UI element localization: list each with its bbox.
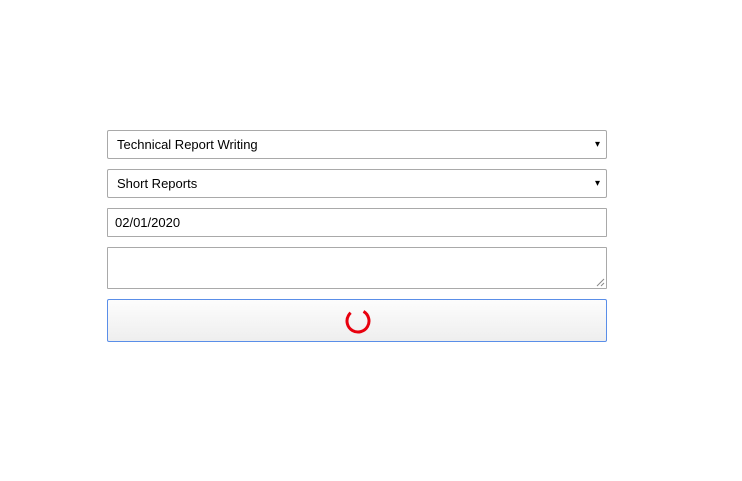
course-select-value: Technical Report Writing bbox=[117, 137, 258, 152]
notes-textarea[interactable] bbox=[107, 247, 607, 289]
report-form: Technical Report Writing ▾ Short Reports… bbox=[107, 130, 607, 342]
course-select[interactable]: Technical Report Writing ▾ bbox=[107, 130, 607, 159]
resize-grip-icon[interactable] bbox=[596, 278, 605, 287]
report-type-select[interactable]: Short Reports ▾ bbox=[107, 169, 607, 198]
submit-button[interactable] bbox=[107, 299, 607, 342]
dropdown-arrow-icon: ▾ bbox=[594, 178, 600, 189]
dropdown-arrow-icon: ▾ bbox=[594, 139, 600, 150]
date-input-value: 02/01/2020 bbox=[115, 215, 181, 230]
date-input[interactable]: 02/01/2020 bbox=[107, 208, 607, 237]
loading-spinner-icon bbox=[345, 308, 371, 334]
report-type-select-value: Short Reports bbox=[117, 176, 198, 191]
